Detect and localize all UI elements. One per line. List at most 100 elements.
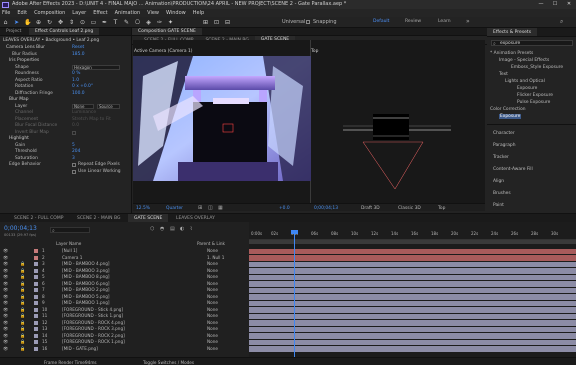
layer-bar[interactable] [249, 287, 576, 293]
layer-bar[interactable] [249, 274, 576, 280]
type-tool-icon[interactable]: T [112, 19, 119, 26]
layer-bar[interactable] [249, 255, 576, 261]
menu-file[interactable]: File [2, 9, 10, 17]
zoom-tool-icon[interactable]: ⊕ [35, 19, 42, 26]
work-area-bar[interactable] [249, 240, 576, 244]
tab-effects-presets[interactable]: Effects & Presets [487, 28, 538, 36]
selection-tool-icon[interactable]: ➤ [13, 19, 20, 26]
menu-animation[interactable]: Animation [115, 9, 141, 17]
label-color-swatch[interactable] [34, 346, 38, 351]
puppet-pin-icon[interactable]: ✦ [167, 19, 174, 26]
menu-composition[interactable]: Composition [34, 9, 65, 17]
anchor-tool-icon[interactable]: ⊙ [79, 19, 86, 26]
tree-flicker-exposure[interactable]: Flicker Exposure [517, 93, 553, 98]
timeline-timecode[interactable]: 0;00;04;13 [4, 225, 37, 232]
layer-bar[interactable] [249, 261, 576, 267]
layer-bar[interactable] [249, 300, 576, 306]
menu-help[interactable]: Help [193, 9, 204, 17]
lock-icon[interactable]: 🔒 [20, 346, 25, 353]
label-color-swatch[interactable] [34, 249, 38, 254]
saturation-value[interactable]: 3 [72, 156, 75, 161]
layer-bar[interactable] [249, 294, 576, 300]
label-color-swatch[interactable] [34, 340, 38, 345]
quality-dropdown[interactable]: Quarter [166, 206, 183, 211]
tree-pulse-exposure[interactable]: Pulse Exposure [517, 100, 550, 105]
blur-map-layer-dropdown[interactable]: None [72, 104, 94, 109]
workspace-default[interactable]: Default [373, 19, 389, 24]
tree-animation-presets[interactable]: * Animation Presets [490, 51, 533, 56]
label-color-swatch[interactable] [34, 288, 38, 293]
label-color-swatch[interactable] [34, 333, 38, 338]
layer-bar[interactable] [249, 320, 576, 326]
workspace-menu-icon[interactable]: » [466, 18, 470, 25]
menu-window[interactable]: Window [166, 9, 186, 17]
layer-name[interactable]: [MID - GATE.png] [62, 346, 98, 353]
panel-align[interactable]: Align [493, 179, 504, 184]
clone-stamp-icon[interactable]: ⎔ [134, 19, 141, 26]
view-select-dropdown[interactable]: Top [438, 206, 445, 211]
label-color-swatch[interactable] [34, 294, 38, 299]
search-help-icon[interactable]: ⌕ [560, 18, 563, 26]
blur-map-label[interactable]: Blur Map [9, 97, 28, 102]
label-color-swatch[interactable] [34, 327, 38, 332]
menu-edit[interactable]: Edit [17, 9, 27, 17]
label-color-swatch[interactable] [34, 262, 38, 267]
timeline-track-area[interactable]: 0:00s 02s 04s 06s 08s 10s 12s 14s 16s 18… [249, 222, 576, 357]
layer-parent[interactable]: None [207, 346, 218, 353]
iris-properties-label[interactable]: Iris Properties [9, 58, 39, 63]
draft-3d-icon[interactable]: ⬡ [150, 226, 154, 232]
label-color-swatch[interactable] [34, 255, 38, 260]
panel-character[interactable]: Character [493, 131, 515, 136]
viewer-timecode[interactable]: 0;00;04;13 [314, 206, 338, 211]
time-ruler[interactable]: 0:00s 02s 04s 06s 08s 10s 12s 14s 16s 18… [249, 230, 576, 240]
shy-layers-icon[interactable]: ◓ [160, 226, 164, 232]
motion-blur-icon[interactable]: ◐ [180, 226, 184, 232]
repeat-edge-checkbox[interactable] [72, 163, 76, 167]
graph-editor-icon[interactable]: ⌇ [190, 226, 192, 232]
label-color-swatch[interactable] [34, 307, 38, 312]
comp-frame-active-camera[interactable] [133, 56, 311, 181]
linear-working-checkbox[interactable] [72, 169, 76, 174]
diffraction-value[interactable]: 100.0 [72, 91, 85, 96]
pen-tool-icon[interactable]: ✒ [101, 19, 108, 26]
label-color-swatch[interactable] [34, 314, 38, 319]
tab-effect-controls[interactable]: Effect Controls Leaf 2.png [29, 28, 100, 35]
placement-value[interactable]: Stretch Map to Fit [72, 117, 111, 122]
menu-view[interactable]: View [147, 9, 159, 17]
layer-bar[interactable] [249, 313, 576, 319]
tree-exposure-effect[interactable]: Exposure [499, 114, 522, 119]
home-icon[interactable]: ⌂ [2, 19, 9, 26]
transparency-icon[interactable]: ▦ [218, 205, 223, 211]
zoom-dropdown[interactable]: 12.5% [136, 206, 150, 211]
tab-composition[interactable]: Composition GATE SCENE [132, 28, 202, 35]
gain-value[interactable]: 5 [72, 143, 75, 148]
tree-text[interactable]: Text [499, 72, 508, 77]
tree-lights-optical[interactable]: Lights and Optical [505, 79, 545, 84]
timeline-search-box[interactable]: ⌕ [50, 227, 90, 234]
playhead[interactable] [294, 230, 295, 357]
menu-effect[interactable]: Effect [93, 9, 107, 17]
tree-exposure-preset[interactable]: Exposure [517, 86, 537, 91]
channel-value[interactable]: Luminance [72, 110, 96, 115]
layer-bar[interactable] [249, 333, 576, 339]
layer-bar[interactable] [249, 346, 576, 352]
layer-bar[interactable] [249, 268, 576, 274]
panel-paragraph[interactable]: Paragraph [493, 143, 516, 148]
rotation-value[interactable]: 0 x +0.0° [72, 84, 93, 89]
shape-dropdown[interactable]: Hexagon [72, 65, 120, 70]
panel-brushes[interactable]: Brushes [493, 191, 511, 196]
brush-tool-icon[interactable]: ✎ [123, 19, 130, 26]
mask-visibility-icon[interactable]: ◫ [208, 205, 213, 211]
tree-emboss-style-exposure[interactable]: Emboss_Style Exposure [511, 65, 563, 70]
roto-brush-icon[interactable]: ✑ [156, 19, 163, 26]
workspace-review[interactable]: Review [405, 19, 421, 24]
frame-blending-icon[interactable]: ▤ [170, 226, 175, 232]
layer-bar[interactable] [249, 248, 576, 254]
universal-label[interactable]: Universal [282, 19, 305, 25]
plus-value[interactable]: +0.0 [279, 206, 290, 211]
tree-image-special-effects[interactable]: Image - Special Effects [499, 58, 549, 63]
threshold-value[interactable]: 204 [72, 149, 80, 154]
menu-layer[interactable]: Layer [72, 9, 86, 17]
highlight-label[interactable]: Highlight [9, 136, 29, 141]
pan-camera-icon[interactable]: ✥ [57, 19, 64, 26]
